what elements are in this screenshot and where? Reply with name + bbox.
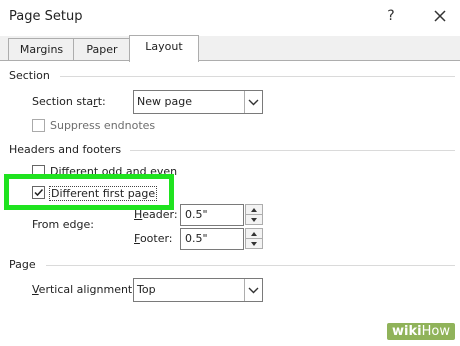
footer-spinner[interactable] <box>245 228 263 249</box>
close-button[interactable] <box>430 6 450 26</box>
vertical-alignment-dropdown[interactable]: Top <box>133 278 263 302</box>
header-spin-down[interactable] <box>245 214 263 225</box>
watermark-how: How <box>421 324 450 339</box>
section-start-dropdown[interactable]: New page <box>133 90 263 114</box>
footer-label: Footer: <box>134 232 173 245</box>
footer-spin-down[interactable] <box>245 238 263 249</box>
title-bar: Page Setup ? <box>0 0 460 36</box>
help-button[interactable]: ? <box>380 8 402 28</box>
caret-down-icon <box>251 218 257 222</box>
section-heading: Section <box>9 69 50 82</box>
page-heading: Page <box>9 258 36 271</box>
suppress-endnotes-label: Suppress endnotes <box>50 119 156 132</box>
tab-paper[interactable]: Paper <box>73 38 131 60</box>
header-label: Header: <box>134 208 178 221</box>
header-input[interactable]: 0.5" <box>180 204 244 226</box>
caret-up-icon <box>251 232 257 236</box>
caret-down-icon <box>251 242 257 246</box>
chevron-down-icon <box>248 99 259 106</box>
vertical-alignment-value: Top <box>137 283 156 296</box>
watermark-wiki: wiki <box>392 324 422 339</box>
tab-layout[interactable]: Layout <box>129 35 199 62</box>
tab-margins[interactable]: Margins <box>8 38 75 60</box>
dialog-title: Page Setup <box>9 9 83 24</box>
header-spinner[interactable] <box>245 204 263 225</box>
suppress-endnotes-checkbox[interactable] <box>32 119 45 132</box>
headers-footers-heading: Headers and footers <box>9 143 122 156</box>
header-value: 0.5" <box>185 208 208 221</box>
vertical-alignment-arrow[interactable] <box>244 279 262 301</box>
wikihow-watermark: wikiHow <box>387 323 455 340</box>
section-start-value: New page <box>137 95 192 108</box>
footer-input[interactable]: 0.5" <box>180 228 244 250</box>
footer-value: 0.5" <box>185 232 208 245</box>
from-edge-label: From edge: <box>32 218 94 231</box>
different-first-page-checkbox[interactable] <box>32 186 45 199</box>
checkmark-icon <box>34 188 44 197</box>
headers-footers-divider <box>130 150 455 151</box>
vertical-alignment-label: Vertical alignment: <box>32 283 136 296</box>
chevron-down-icon <box>248 287 259 294</box>
caret-up-icon <box>251 208 257 212</box>
section-start-arrow[interactable] <box>244 91 262 113</box>
different-first-page-label: Different first page <box>49 186 158 201</box>
section-start-label: Section start: <box>32 95 106 108</box>
close-icon <box>434 10 446 22</box>
section-divider <box>60 76 455 77</box>
page-divider <box>46 265 455 266</box>
